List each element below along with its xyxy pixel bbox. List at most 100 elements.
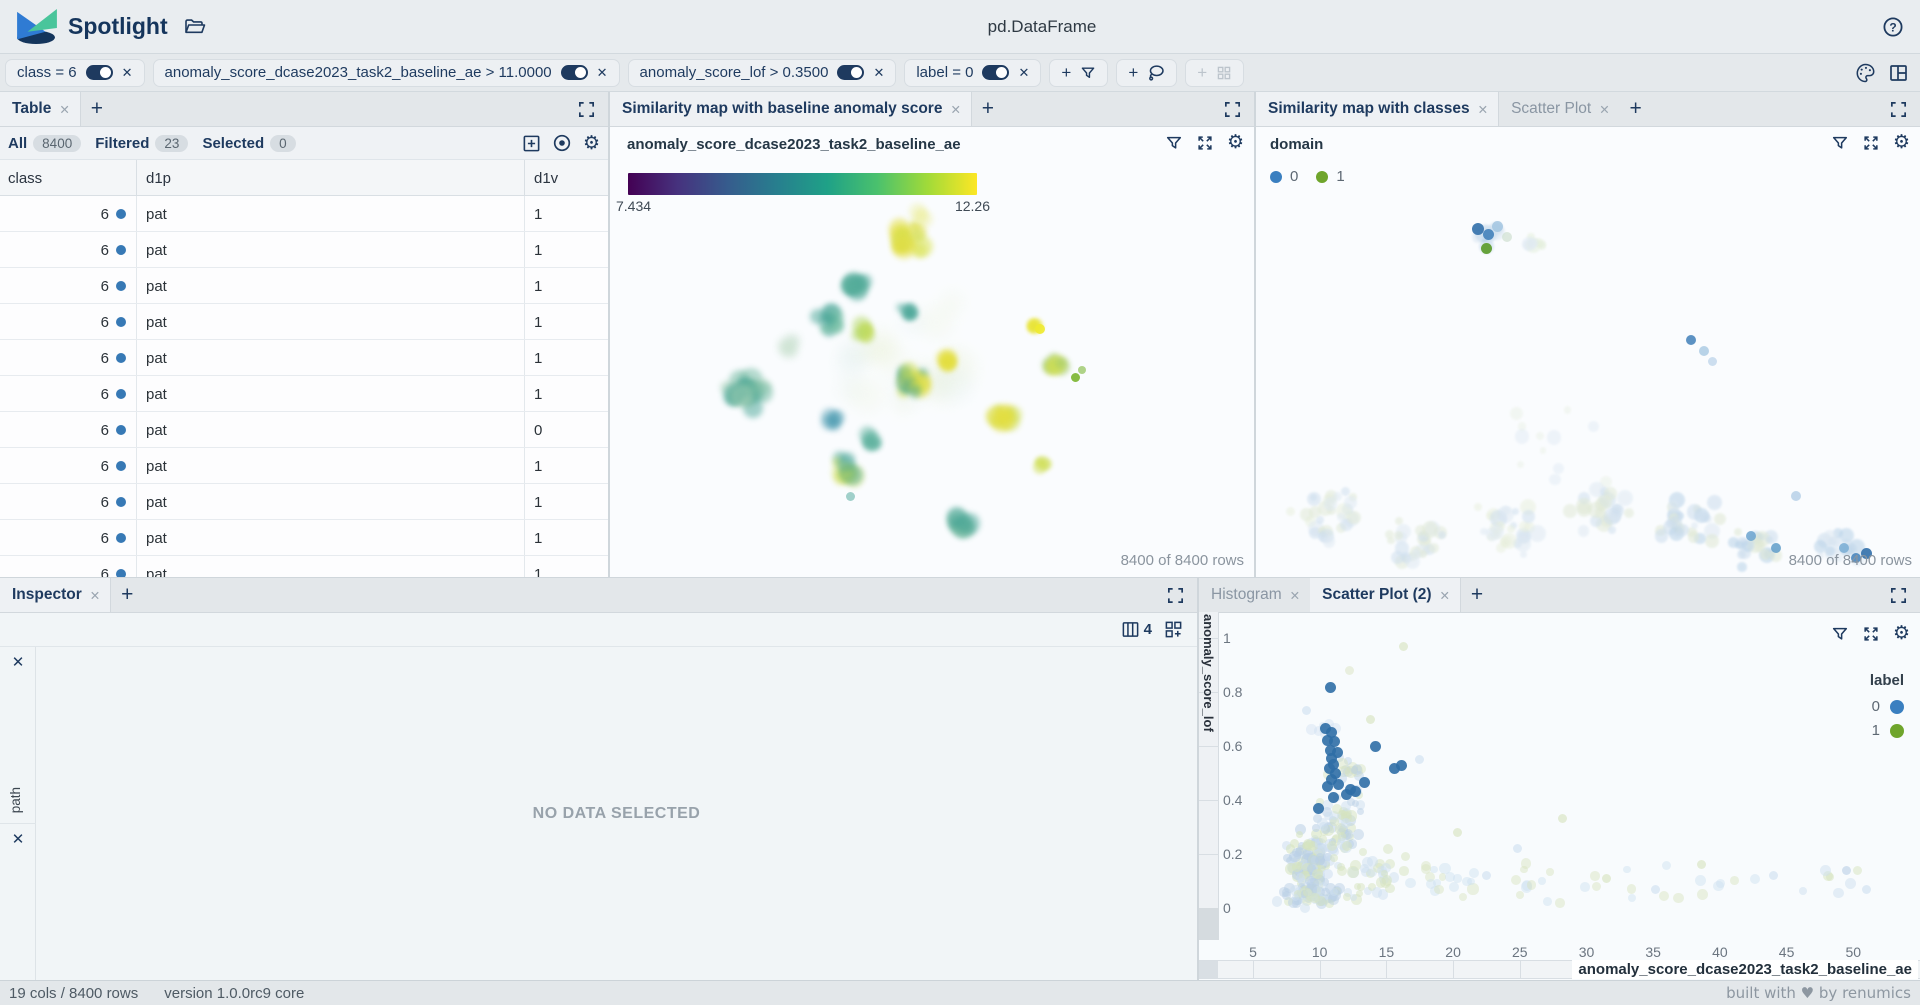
add-widget-icon[interactable] [1164,620,1183,639]
tab-similarity-map-with-baseline-anomaly-score[interactable]: Similarity map with baseline anomaly sco… [610,92,972,126]
data-point [1842,866,1851,875]
filter-toggle[interactable] [982,65,1009,80]
filter-close-icon[interactable]: ✕ [1018,65,1029,81]
add-tab-button[interactable]: + [972,92,1004,126]
layout-icon[interactable] [1888,63,1909,83]
fullscreen-icon[interactable] [1211,92,1254,126]
tab-close-icon[interactable]: ✕ [59,102,69,117]
filter-pill-0[interactable]: class = 6✕ [5,59,145,87]
filter-icon[interactable] [1165,134,1183,152]
table-row[interactable]: 6pat1 [0,520,608,556]
data-point [1453,828,1462,837]
tab-histogram[interactable]: Histogram✕ [1199,578,1310,612]
scatter-plot-canvas[interactable] [1248,612,1920,940]
add-tab-button[interactable]: + [81,92,113,126]
lane-close-icon[interactable]: ✕ [0,830,36,848]
plot-legend: label 01 [1870,672,1904,746]
column-header-d1p[interactable]: d1p [146,160,171,196]
add-tab-button[interactable]: + [111,578,143,612]
data-point [1580,882,1590,892]
tab-similarity-map-with-classes[interactable]: Similarity map with classes✕ [1256,92,1499,126]
table-row[interactable]: 6pat1 [0,556,608,577]
column-header-class[interactable]: class [8,160,42,196]
fullscreen-icon[interactable] [1154,578,1197,612]
similarity-map-baseline-panel: Similarity map with baseline anomaly sco… [610,92,1254,577]
palette-icon[interactable] [1855,62,1876,83]
legend-entry[interactable]: 0 [1870,698,1904,715]
filter-close-icon[interactable]: ✕ [597,65,608,81]
tab-close-icon[interactable]: ✕ [1478,102,1488,117]
plot-settings-icon[interactable]: ⚙ [1893,624,1910,643]
data-point [1853,866,1862,875]
add-tab-button[interactable]: + [1620,92,1652,126]
add-filter-button[interactable]: + [1049,59,1108,87]
similarity-map-canvas[interactable] [610,196,1254,577]
open-folder-icon[interactable] [184,17,206,36]
expand-icon[interactable] [1196,134,1214,152]
filter-toggle[interactable] [86,65,113,80]
tab-close-icon[interactable]: ✕ [1599,102,1609,117]
legend-entry-label[interactable]: 0 [1290,168,1298,185]
view-tab-selected[interactable]: Selected0 [202,135,295,152]
help-icon[interactable]: ? [1882,16,1904,38]
table-row[interactable]: 6pat1 [0,484,608,520]
data-point [1708,357,1717,366]
filter-toggle[interactable] [561,65,588,80]
filter-close-icon[interactable]: ✕ [122,65,133,81]
visibility-icon[interactable] [552,133,572,153]
add-lasso-button[interactable]: + [1116,59,1177,87]
columns-view-icon[interactable] [1121,620,1140,639]
filter-pill-2[interactable]: anomaly_score_lof > 0.3500✕ [628,59,897,87]
table-row[interactable]: 6pat1 [0,376,608,412]
filter-pill-1[interactable]: anomaly_score_dcase2023_task2_baseline_a… [153,59,620,87]
tab-scatter-plot[interactable]: Scatter Plot✕ [1499,92,1620,126]
credit: built with ♥ by renumics [1726,984,1911,1002]
data-point [1553,463,1564,474]
view-tab-all[interactable]: All8400 [8,135,81,152]
add-tab-button[interactable]: + [1461,578,1493,612]
fullscreen-icon[interactable] [1877,578,1920,612]
category-dot-icon [116,425,126,435]
filter-icon[interactable] [1831,134,1849,152]
plot-settings-icon[interactable]: ⚙ [1893,133,1910,152]
tab-table[interactable]: Table✕ [0,92,81,126]
table-row[interactable]: 6pat1 [0,232,608,268]
tab-close-icon[interactable]: ✕ [1290,588,1300,603]
table-row[interactable]: 6pat1 [0,340,608,376]
data-point [1563,504,1577,518]
filter-icon[interactable] [1831,625,1849,643]
table-row[interactable]: 6pat1 [0,304,608,340]
data-point [1323,535,1335,547]
table-row[interactable]: 6pat1 [0,268,608,304]
add-column-icon[interactable] [522,134,541,153]
data-point [1695,875,1706,886]
table-row[interactable]: 6pat1 [0,196,608,232]
tab-close-icon[interactable]: ✕ [950,102,960,117]
similarity-map-canvas[interactable] [1256,196,1920,577]
fullscreen-icon[interactable] [565,92,608,126]
data-point [1668,500,1679,511]
filter-pill-3[interactable]: label = 0✕ [904,59,1041,87]
expand-icon[interactable] [1862,625,1880,643]
column-header-d1v[interactable]: d1v [534,160,558,196]
tab-close-icon[interactable]: ✕ [1440,588,1450,603]
tab-scatter-plot-2[interactable]: Scatter Plot (2)✕ [1310,578,1461,612]
lane-close-icon[interactable]: ✕ [0,653,36,671]
legend-entry[interactable]: 1 [1870,722,1904,739]
fullscreen-icon[interactable] [1877,92,1920,126]
tab-close-icon[interactable]: ✕ [90,588,100,603]
data-point [1688,531,1700,543]
data-point [1372,887,1383,898]
y-tick-label: 0 [1223,900,1249,916]
expand-icon[interactable] [1862,134,1880,152]
view-tab-filtered[interactable]: Filtered23 [95,135,188,152]
table-settings-icon[interactable]: ⚙ [583,134,600,153]
filter-close-icon[interactable]: ✕ [873,65,884,81]
plot-settings-icon[interactable]: ⚙ [1227,133,1244,152]
legend-entry-label[interactable]: 1 [1336,168,1344,185]
filter-toggle[interactable] [837,65,864,80]
table-row[interactable]: 6pat0 [0,412,608,448]
data-point [1714,513,1727,526]
table-row[interactable]: 6pat1 [0,448,608,484]
tab-inspector[interactable]: Inspector✕ [0,578,111,612]
